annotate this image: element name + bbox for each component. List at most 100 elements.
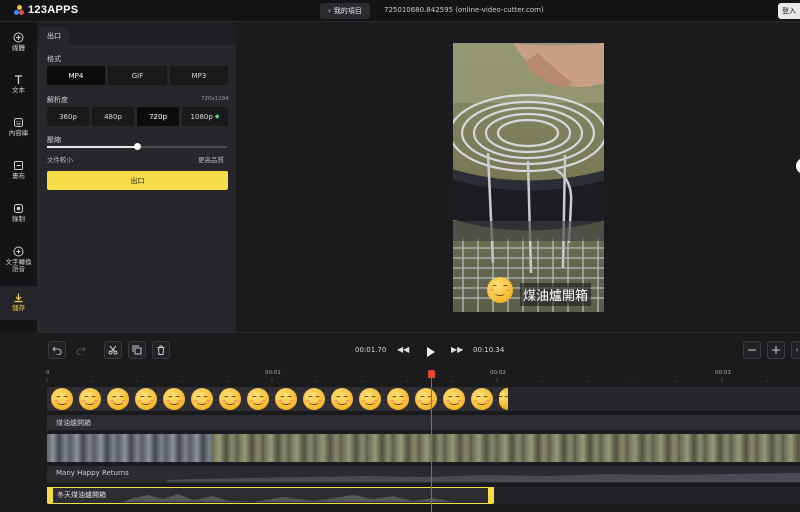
sticker-track[interactable] xyxy=(47,387,800,411)
delete-button[interactable] xyxy=(152,341,170,359)
time-ruler[interactable]: 0 00:01 00:02 00:03 xyxy=(37,368,800,382)
music-track[interactable]: Many Happy Returns xyxy=(47,466,800,483)
smiling-emoji-icon xyxy=(498,388,509,410)
smiling-emoji-icon xyxy=(163,388,185,410)
text-track[interactable]: 煤油爐開箱 xyxy=(47,415,800,430)
sidebar-item-record[interactable]: 錄制 xyxy=(0,203,37,223)
smiling-emoji-icon xyxy=(359,388,381,410)
resolution-1080p-label: 1080p xyxy=(190,112,213,121)
ruler-label: 0 xyxy=(46,370,50,376)
smiling-emoji-icon xyxy=(471,388,493,410)
compression-label: 壓縮 xyxy=(47,136,61,144)
chevron-left-icon: ‹ xyxy=(328,7,331,15)
export-button[interactable]: 出口 xyxy=(47,171,228,190)
smiling-emoji-icon xyxy=(191,388,213,410)
playhead[interactable] xyxy=(431,370,432,512)
resolution-option-1080p[interactable]: 1080p ◆ xyxy=(182,107,228,126)
format-selector: MP4 GIF MP3 xyxy=(47,66,228,85)
app-logo[interactable]: 123APPS xyxy=(14,4,78,16)
fast-forward-icon: ▶▶ xyxy=(451,345,464,354)
smiling-emoji-icon xyxy=(275,388,297,410)
sidebar-item-tts[interactable]: 文字轉換語音 xyxy=(0,246,37,273)
total-time: 00:10.34 xyxy=(473,346,505,354)
zoom-out-button[interactable] xyxy=(743,341,761,359)
voiceover-track[interactable]: 冬天煤油爐開箱 xyxy=(47,487,800,504)
premium-gem-icon: ◆ xyxy=(214,113,220,120)
undo-icon xyxy=(52,346,62,355)
resolution-option-720p[interactable]: 720p xyxy=(137,107,179,126)
video-track[interactable] xyxy=(47,434,800,462)
format-option-mp3[interactable]: MP3 xyxy=(170,66,228,85)
smiling-emoji-icon xyxy=(303,388,325,410)
caption-text[interactable]: 煤油爐開箱 xyxy=(520,283,592,306)
smiling-emoji-icon xyxy=(487,277,513,303)
sidebar-item-label: 儲存 xyxy=(12,304,25,312)
compression-slider-handle[interactable] xyxy=(133,143,141,150)
sidebar-item-label: 畫布 xyxy=(12,172,25,180)
trash-icon xyxy=(157,345,165,355)
split-button[interactable] xyxy=(104,341,122,359)
top-bar: 123APPS ‹ 我的項目 725010680.842595 (online-… xyxy=(0,0,800,22)
voiceover-waveform xyxy=(123,494,493,502)
sticker-icon xyxy=(13,117,24,128)
resolution-option-360p[interactable]: 360p xyxy=(47,107,89,126)
back-to-projects-button[interactable]: ‹ 我的項目 xyxy=(320,3,370,19)
voiceover-clip[interactable]: 冬天煤油爐開箱 xyxy=(47,487,494,504)
ruler-ticks xyxy=(46,377,768,382)
format-option-mp4[interactable]: MP4 xyxy=(47,66,105,85)
clip-trim-handle-right[interactable] xyxy=(488,487,494,503)
smiling-emoji-icon xyxy=(331,388,353,410)
resolution-option-480p[interactable]: 480p xyxy=(92,107,134,126)
play-button[interactable] xyxy=(426,343,436,362)
fit-timeline-button[interactable]: ‹ xyxy=(791,341,800,359)
expand-icon: ‹ xyxy=(795,346,799,354)
sticker-clip[interactable] xyxy=(47,387,509,411)
sidebar-item-text[interactable]: 文本 xyxy=(0,74,37,94)
smiling-emoji-icon xyxy=(135,388,157,410)
format-option-gif[interactable]: GIF xyxy=(108,66,167,85)
caption-emoji-sticker[interactable] xyxy=(487,277,513,303)
small-file-label: 文件較小 xyxy=(47,156,73,164)
back-button-label: 我的項目 xyxy=(333,7,362,15)
rewind-icon: ◀◀ xyxy=(397,345,410,354)
record-icon xyxy=(13,203,24,214)
current-time: 00:01.70 xyxy=(355,346,387,354)
smiling-emoji-icon xyxy=(415,388,437,410)
sidebar-item-label: 文字轉換語音 xyxy=(5,258,32,274)
login-button[interactable]: 登入 xyxy=(778,3,800,19)
undo-button[interactable] xyxy=(48,341,66,359)
download-icon xyxy=(13,292,24,303)
preview-side-handle[interactable] xyxy=(796,158,800,174)
preview-area: 煤油爐開箱 xyxy=(236,22,800,332)
zoom-in-button[interactable] xyxy=(767,341,785,359)
sidebar-item-media[interactable]: 媒體 xyxy=(0,32,37,52)
play-icon xyxy=(427,347,435,357)
resolution-value: 720x1284 xyxy=(201,96,229,102)
video-preview[interactable]: 煤油爐開箱 xyxy=(453,43,604,312)
sidebar-item-library[interactable]: 內容庫 xyxy=(0,117,37,137)
video-frame-image xyxy=(453,43,604,312)
scissors-icon xyxy=(108,345,118,355)
sidebar-item-canvas[interactable]: 畫布 xyxy=(0,160,37,180)
fast-forward-button[interactable]: ▶▶ xyxy=(451,345,463,354)
sidebar-item-save[interactable]: 儲存 xyxy=(0,286,37,320)
smiling-emoji-icon xyxy=(443,388,465,410)
minus-icon xyxy=(748,349,756,351)
plus-icon xyxy=(772,346,780,354)
plus-circle-icon xyxy=(13,32,24,43)
logo-icon xyxy=(14,5,24,15)
smiling-emoji-icon xyxy=(219,388,241,410)
tab-export[interactable]: 出口 xyxy=(39,27,69,45)
redo-button[interactable] xyxy=(72,341,90,359)
text-icon xyxy=(13,74,24,85)
project-title[interactable]: 725010680.842595 (online-video-cutter.co… xyxy=(384,6,544,14)
sidebar-item-label: 文本 xyxy=(12,86,25,94)
rewind-button[interactable]: ◀◀ xyxy=(397,345,409,354)
smiling-emoji-icon xyxy=(79,388,101,410)
ruler-label: 00:03 xyxy=(715,370,731,376)
compression-slider-fill xyxy=(47,146,137,148)
duplicate-button[interactable] xyxy=(128,341,146,359)
better-quality-label: 更高品質 xyxy=(198,156,224,164)
compression-slider[interactable] xyxy=(47,143,227,150)
resolution-selector: 360p 480p 720p 1080p ◆ xyxy=(47,107,228,126)
